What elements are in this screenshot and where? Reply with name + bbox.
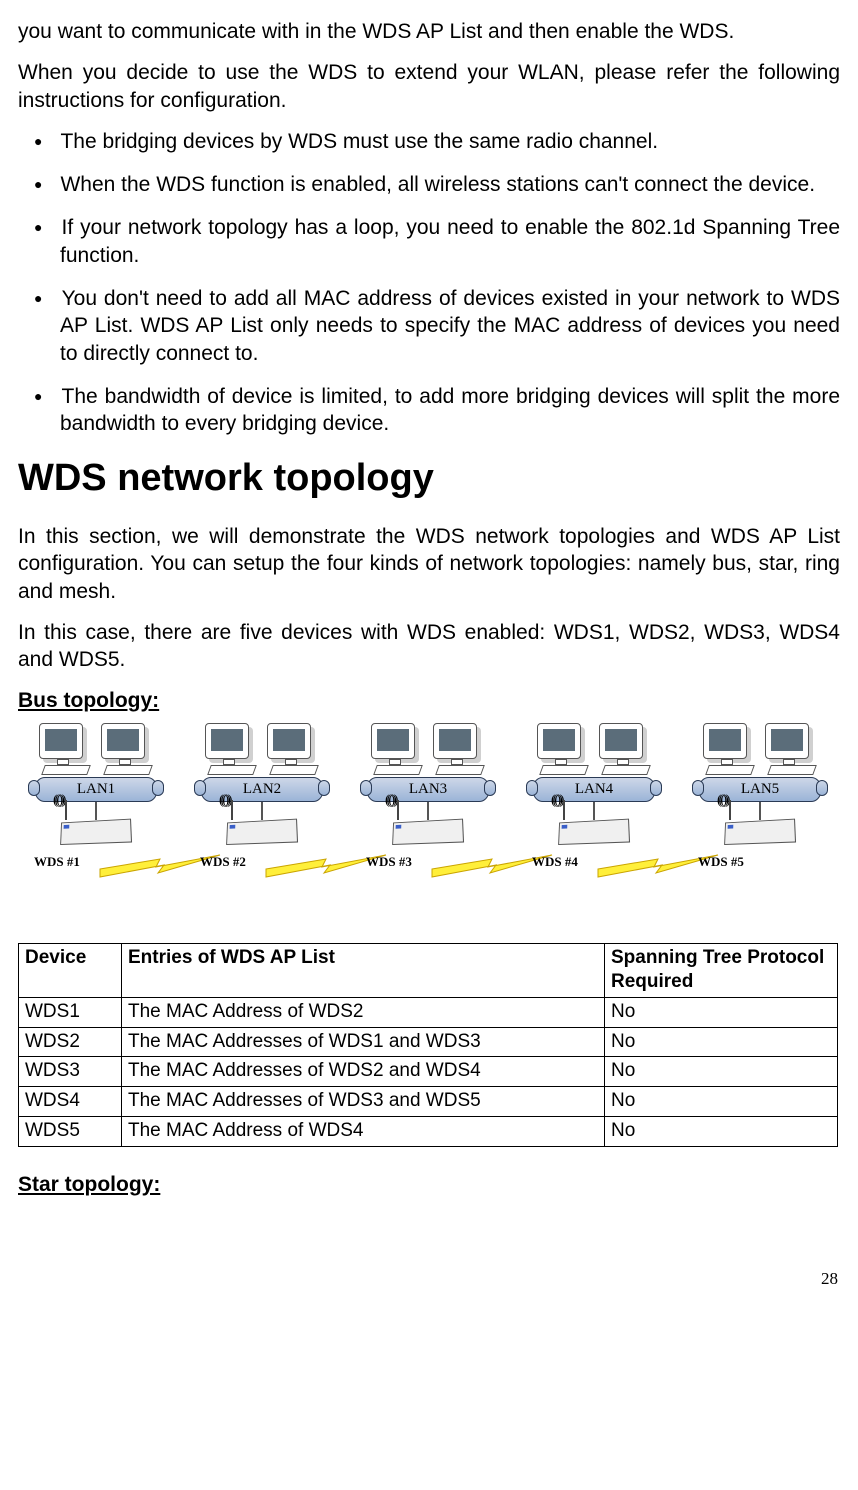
topology-node: LAN1 ((( ))) WDS #1	[14, 717, 178, 871]
cell-entries: The MAC Addresses of WDS2 and WDS4	[122, 1057, 605, 1087]
access-point-icon: ((( )))	[225, 820, 299, 850]
table-header-row: Device Entries of WDS AP List Spanning T…	[19, 943, 838, 997]
computer-icon	[263, 721, 323, 773]
access-point-icon: ((( )))	[723, 820, 797, 850]
bullet-item: The bandwidth of device is limited, to a…	[18, 383, 840, 438]
computer-icon	[429, 721, 489, 773]
table-row: WDS2 The MAC Addresses of WDS1 and WDS3 …	[19, 1027, 838, 1057]
bus-topology-table: Device Entries of WDS AP List Spanning T…	[18, 943, 838, 1147]
cell-stp: No	[605, 1116, 838, 1146]
wds-label: WDS #2	[180, 854, 344, 871]
intro-trailing-paragraph: you want to communicate with in the WDS …	[18, 18, 840, 45]
section-intro-paragraph: In this section, we will demonstrate the…	[18, 523, 840, 605]
cell-stp: No	[605, 1027, 838, 1057]
cell-entries: The MAC Addresses of WDS1 and WDS3	[122, 1027, 605, 1057]
pc-pair-icon	[346, 717, 510, 773]
access-point-icon: ((( )))	[391, 820, 465, 850]
topology-node: LAN3 ((( ))) WDS #3	[346, 717, 510, 871]
decide-paragraph: When you decide to use the WDS to extend…	[18, 59, 840, 114]
col-header-stp: Spanning Tree Protocol Required	[605, 943, 838, 997]
computer-icon	[533, 721, 593, 773]
topology-node: LAN4 ((( ))) WDS #4	[512, 717, 676, 871]
computer-icon	[97, 721, 157, 773]
cell-entries: The MAC Address of WDS2	[122, 998, 605, 1028]
bullet-item: The bridging devices by WDS must use the…	[18, 128, 840, 155]
cell-entries: The MAC Addresses of WDS3 and WDS5	[122, 1087, 605, 1117]
pc-pair-icon	[512, 717, 676, 773]
computer-icon	[201, 721, 261, 773]
cell-device: WDS5	[19, 1116, 122, 1146]
bullet-item: You don't need to add all MAC address of…	[18, 285, 840, 367]
bullet-item: When the WDS function is enabled, all wi…	[18, 171, 840, 198]
cell-stp: No	[605, 1057, 838, 1087]
computer-icon	[35, 721, 95, 773]
bus-topology-heading: Bus topology:	[18, 687, 840, 714]
case-paragraph: In this case, there are five devices wit…	[18, 619, 840, 674]
page-title: WDS network topology	[18, 454, 840, 503]
wds-label: WDS #1	[14, 854, 178, 871]
topology-node: LAN5 ((( ))) WDS #5	[678, 717, 842, 871]
table-row: WDS4 The MAC Addresses of WDS3 and WDS5 …	[19, 1087, 838, 1117]
access-point-icon: ((( )))	[557, 820, 631, 850]
table-row: WDS1 The MAC Address of WDS2 No	[19, 998, 838, 1028]
computer-icon	[367, 721, 427, 773]
computer-icon	[595, 721, 655, 773]
access-point-icon: ((( )))	[59, 820, 133, 850]
cell-device: WDS4	[19, 1087, 122, 1117]
bullet-item: If your network topology has a loop, you…	[18, 214, 840, 269]
col-header-entries: Entries of WDS AP List	[122, 943, 605, 997]
bus-topology-diagram: LAN1 ((( ))) WDS #1 LAN2 ((( ))) WDS #2 …	[18, 717, 838, 947]
cell-device: WDS1	[19, 998, 122, 1028]
computer-icon	[761, 721, 821, 773]
topology-node: LAN2 ((( ))) WDS #2	[180, 717, 344, 871]
cell-stp: No	[605, 998, 838, 1028]
cell-entries: The MAC Address of WDS4	[122, 1116, 605, 1146]
pc-pair-icon	[180, 717, 344, 773]
computer-icon	[699, 721, 759, 773]
table-row: WDS3 The MAC Addresses of WDS2 and WDS4 …	[19, 1057, 838, 1087]
star-topology-heading: Star topology:	[18, 1171, 840, 1198]
wds-label: WDS #3	[346, 854, 510, 871]
pc-pair-icon	[678, 717, 842, 773]
wds-label: WDS #4	[512, 854, 676, 871]
instruction-list: The bridging devices by WDS must use the…	[18, 128, 840, 438]
wds-label: WDS #5	[678, 854, 842, 871]
pc-pair-icon	[14, 717, 178, 773]
table-row: WDS5 The MAC Address of WDS4 No	[19, 1116, 838, 1146]
cell-device: WDS3	[19, 1057, 122, 1087]
cell-device: WDS2	[19, 1027, 122, 1057]
cell-stp: No	[605, 1087, 838, 1117]
col-header-device: Device	[19, 943, 122, 997]
page-number: 28	[18, 1268, 840, 1290]
